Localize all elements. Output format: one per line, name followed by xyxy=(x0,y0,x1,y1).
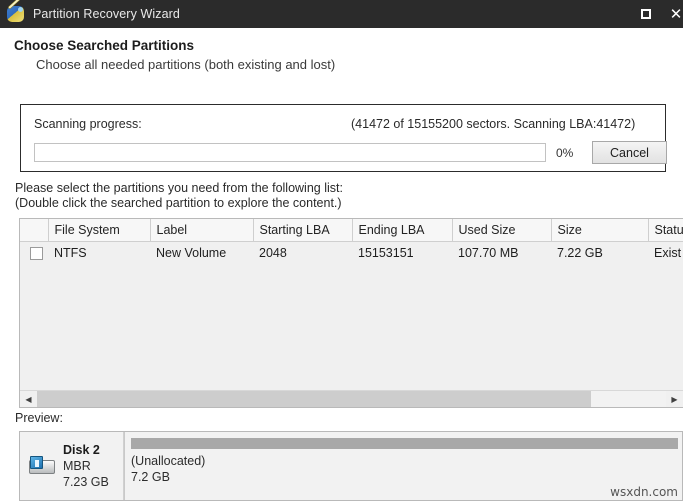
partition-size: 7.2 GB xyxy=(131,470,170,485)
disk-drive-icon xyxy=(27,454,57,478)
watermark: wsxdn.com xyxy=(610,485,678,499)
wizard-wand-icon xyxy=(7,0,25,23)
title-bar: Partition Recovery Wizard ✕ xyxy=(0,0,683,28)
partition-usage-bar xyxy=(131,438,678,449)
close-icon[interactable]: ✕ xyxy=(665,0,683,28)
scanning-progress-percent: 0% xyxy=(556,146,574,160)
cell-status: Exist xyxy=(648,241,683,265)
scanning-progress-label: Scanning progress: xyxy=(34,117,142,131)
scanning-progress-panel: Scanning progress: (41472 of 15155200 se… xyxy=(20,104,667,172)
column-header-used-size[interactable]: Used Size xyxy=(452,219,552,242)
table-row[interactable]: NTFS New Volume 2048 15153151 107.70 MB … xyxy=(20,241,683,265)
cell-file-system: NTFS xyxy=(48,241,150,265)
disk-info[interactable]: Disk 2 MBR 7.23 GB xyxy=(20,432,124,500)
cancel-button[interactable]: Cancel xyxy=(592,141,667,164)
scroll-right-icon[interactable]: ▶ xyxy=(666,391,683,407)
row-checkbox-cell[interactable] xyxy=(20,241,48,265)
page-subtitle: Choose all needed partitions (both exist… xyxy=(36,57,336,72)
cell-ending-lba: 15153151 xyxy=(352,241,452,265)
cell-size: 7.22 GB xyxy=(551,241,648,265)
instruction-line-1: Please select the partitions you need fr… xyxy=(15,181,343,195)
window-title: Partition Recovery Wizard xyxy=(33,7,180,21)
preview-label: Preview: xyxy=(15,411,63,425)
disk-preview-panel: Disk 2 MBR 7.23 GB (Unallocated) 7.2 GB … xyxy=(19,431,683,501)
table-empty-area xyxy=(20,265,683,383)
partitions-table: File System Label Starting LBA Ending LB… xyxy=(20,219,683,265)
instruction-line-2: (Double click the searched partition to … xyxy=(15,196,342,210)
partition-map[interactable]: (Unallocated) 7.2 GB wsxdn.com xyxy=(124,432,682,500)
cell-used-size: 107.70 MB xyxy=(452,241,551,265)
column-header-file-system[interactable]: File System xyxy=(48,219,151,242)
partition-recovery-wizard-window: Partition Recovery Wizard ✕ Choose Searc… xyxy=(0,0,683,501)
row-checkbox[interactable] xyxy=(30,247,43,261)
column-header-label[interactable]: Label xyxy=(150,219,254,242)
column-header-status[interactable]: Statu xyxy=(648,219,683,242)
page-title: Choose Searched Partitions xyxy=(14,38,195,53)
table-header-row: File System Label Starting LBA Ending LB… xyxy=(20,219,683,242)
column-header-select[interactable] xyxy=(20,219,49,242)
scroll-left-icon[interactable]: ◀ xyxy=(20,391,37,407)
scanning-status-text: (41472 of 15155200 sectors. Scanning LBA… xyxy=(351,117,636,131)
column-header-ending-lba[interactable]: Ending LBA xyxy=(352,219,453,242)
window-controls: ✕ xyxy=(633,0,683,28)
cell-label: New Volume xyxy=(150,241,253,265)
disk-scheme: MBR xyxy=(63,459,91,473)
scanning-progress-bar xyxy=(34,143,546,162)
maximize-icon[interactable] xyxy=(633,0,659,28)
scrollbar-track[interactable] xyxy=(37,391,666,407)
scrollbar-thumb[interactable] xyxy=(37,391,591,407)
cell-starting-lba: 2048 xyxy=(253,241,352,265)
partition-name: (Unallocated) xyxy=(131,454,206,468)
column-header-starting-lba[interactable]: Starting LBA xyxy=(253,219,353,242)
horizontal-scrollbar[interactable]: ◀ ▶ xyxy=(20,390,683,407)
column-header-size[interactable]: Size xyxy=(551,219,649,242)
disk-name: Disk 2 xyxy=(63,443,100,457)
partitions-list[interactable]: File System Label Starting LBA Ending LB… xyxy=(19,218,683,408)
disk-capacity: 7.23 GB xyxy=(63,475,109,489)
